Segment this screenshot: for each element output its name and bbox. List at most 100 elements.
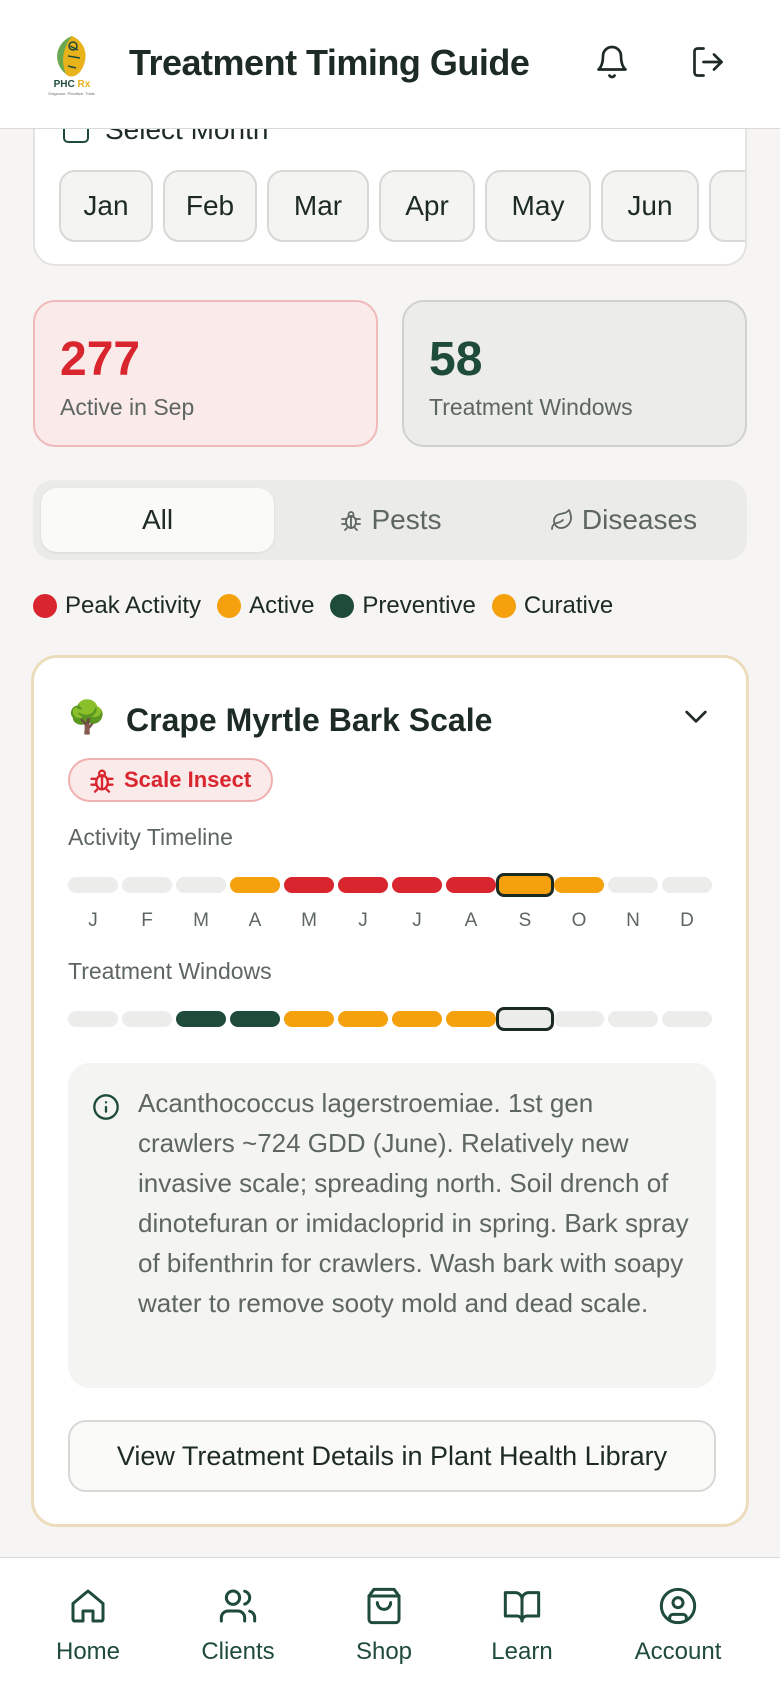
treatment-windows-label: Treatment Windows xyxy=(429,394,633,420)
pest-name: Crape Myrtle Bark Scale xyxy=(126,702,493,738)
month-button-apr[interactable]: Apr xyxy=(379,170,475,242)
active-count: 277 xyxy=(60,333,141,386)
legend-label-preventive: Preventive xyxy=(362,592,476,619)
pest-card: 🌳 Crape Myrtle Bark Scale Scale Insect A… xyxy=(31,655,749,1527)
home-icon xyxy=(71,1589,105,1623)
activity-bar-j1 xyxy=(68,877,118,893)
nav-account[interactable]: Account xyxy=(608,1586,748,1666)
legend-dot-curative xyxy=(491,594,516,618)
book-open-icon xyxy=(503,1591,541,1623)
nav-shop[interactable]: Shop xyxy=(314,1586,454,1666)
timeline-legend: Peak Activity Active Preventive Curative xyxy=(33,592,629,620)
month-letter-12: D xyxy=(680,910,694,931)
svg-text:PHC Rx: PHC Rx xyxy=(54,79,91,90)
activity-bar-a8 xyxy=(446,877,496,893)
app-header: PHC Rx Diagnose. Prioritize. Treat. Trea… xyxy=(0,0,780,129)
month-letter-10: O xyxy=(571,910,587,931)
month-button-jun[interactable]: Jun xyxy=(601,170,699,242)
svg-text:Diagnose. Prioritize. Treat.: Diagnose. Prioritize. Treat. xyxy=(48,91,95,96)
month-letter-7: J xyxy=(412,910,422,931)
window-bar-f2 xyxy=(122,1011,172,1027)
treatment-windows-card: 58 Treatment Windows xyxy=(402,300,747,447)
month-button-jan[interactable]: Jan xyxy=(59,170,153,242)
info-icon xyxy=(93,1094,119,1120)
pest-description: Acanthococcus lagerstroemiae. 1st gen cr… xyxy=(138,1088,689,1318)
users-icon xyxy=(219,1589,257,1623)
activity-bar-a4 xyxy=(230,877,280,893)
activity-bar-o10 xyxy=(554,877,604,893)
window-bar-j7 xyxy=(392,1011,442,1027)
window-bar-o10 xyxy=(554,1011,604,1027)
legend-label-curative: Curative xyxy=(523,592,614,619)
month-letter-2: F xyxy=(141,910,153,931)
nav-learn-label: Learn xyxy=(491,1638,553,1665)
month-letter-3: M xyxy=(193,910,209,931)
legend-dot-active xyxy=(217,594,242,618)
month-letter-5: M xyxy=(301,910,317,931)
month-letter-4: A xyxy=(248,910,262,931)
bottom-nav: Home Clients Shop Learn Account xyxy=(0,1557,780,1688)
chevron-down-icon[interactable] xyxy=(680,700,712,732)
month-button-jul[interactable] xyxy=(709,170,745,242)
window-bar-a4 xyxy=(230,1011,280,1027)
activity-timeline-bars xyxy=(68,873,712,897)
activity-bar-n11 xyxy=(608,877,658,893)
activity-timeline-label: Activity Timeline xyxy=(68,824,233,850)
nav-learn[interactable]: Learn xyxy=(452,1586,592,1666)
legend-preventive: Preventive xyxy=(330,592,476,620)
nav-home[interactable]: Home xyxy=(18,1586,158,1666)
legend-peak-activity: Peak Activity xyxy=(33,592,201,620)
month-letter-6: J xyxy=(358,910,368,931)
pest-type-badge: Scale Insect xyxy=(68,758,274,802)
activity-bar-j7 xyxy=(392,877,442,893)
account-circle-icon xyxy=(659,1587,697,1625)
activity-bar-f2 xyxy=(122,877,172,893)
tab-diseases[interactable]: Diseases xyxy=(507,488,740,552)
view-treatment-details-button[interactable]: View Treatment Details in Plant Health L… xyxy=(68,1420,716,1492)
phc-rx-logo: PHC Rx Diagnose. Prioritize. Treat. xyxy=(48,36,96,96)
activity-bar-s9 xyxy=(496,873,554,897)
nav-shop-label: Shop xyxy=(355,1638,413,1665)
tab-all-label: All xyxy=(141,504,174,535)
nav-account-label: Account xyxy=(634,1638,722,1665)
activity-month-labels: JFMAMJJASOND xyxy=(68,910,712,932)
month-button-mar[interactable]: Mar xyxy=(267,170,369,242)
pest-type-label: Scale Insect xyxy=(124,767,252,792)
month-letter-8: A xyxy=(464,910,478,931)
filter-tabs: All Pests Diseases xyxy=(33,480,747,560)
pest-description-box: Acanthococcus lagerstroemiae. 1st gen cr… xyxy=(68,1063,716,1388)
legend-label-peak: Peak Activity xyxy=(65,592,202,619)
tab-diseases-label: Diseases xyxy=(581,504,698,535)
nav-clients[interactable]: Clients xyxy=(168,1586,308,1666)
month-letter-9: S xyxy=(518,910,532,931)
bug-icon xyxy=(90,769,114,793)
tab-pests-label: Pests xyxy=(371,504,442,535)
month-button-may[interactable]: May xyxy=(485,170,591,242)
bug-icon xyxy=(341,511,362,531)
month-button-row: Jan Feb Mar Apr May Jun xyxy=(59,170,745,242)
activity-bar-j6 xyxy=(338,877,388,893)
month-letter-11: N xyxy=(626,910,640,931)
activity-bar-m3 xyxy=(176,877,226,893)
window-bar-j1 xyxy=(68,1011,118,1027)
logout-icon[interactable] xyxy=(690,44,726,80)
treatment-windows-count: 58 xyxy=(429,333,483,386)
nav-clients-label: Clients xyxy=(201,1638,275,1665)
shopping-bag-icon xyxy=(367,1587,401,1625)
tab-pests[interactable]: Pests xyxy=(274,488,507,552)
window-bar-s9 xyxy=(496,1007,554,1031)
window-bar-d12 xyxy=(662,1011,712,1027)
window-bar-m5 xyxy=(284,1011,334,1027)
page-title: Treatment Timing Guide xyxy=(129,42,530,83)
month-button-feb[interactable]: Feb xyxy=(163,170,257,242)
window-bar-j6 xyxy=(338,1011,388,1027)
activity-bar-m5 xyxy=(284,877,334,893)
window-bar-n11 xyxy=(608,1011,658,1027)
legend-label-active: Active xyxy=(249,592,315,619)
treatment-windows-timeline-label: Treatment Windows xyxy=(68,958,272,984)
bell-icon[interactable] xyxy=(594,44,630,80)
active-count-card: 277 Active in Sep xyxy=(33,300,378,447)
legend-dot-peak xyxy=(33,594,57,618)
tab-all[interactable]: All xyxy=(41,488,274,552)
month-letter-1: J xyxy=(88,910,98,931)
